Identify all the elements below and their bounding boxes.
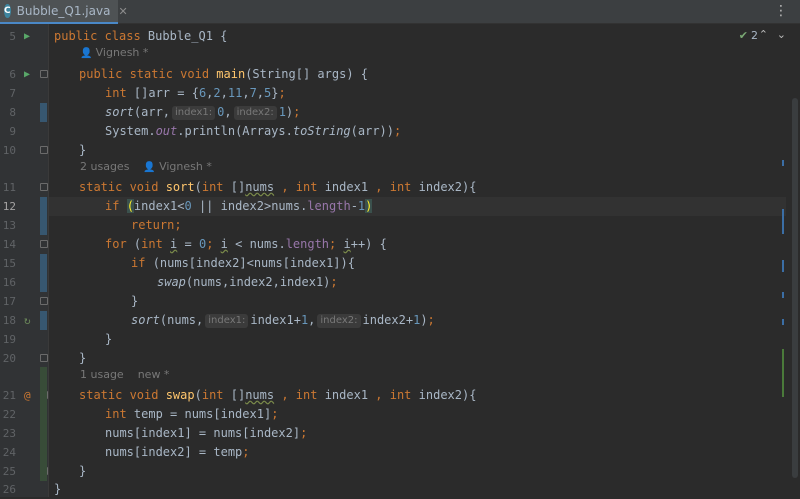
code-line-9: System.out.println(Arrays.toString(arr))… <box>105 124 402 138</box>
editor-tab-bar: C Bubble_Q1.java ✕ ⋮ <box>0 0 800 24</box>
annotation-icon[interactable]: @ <box>24 386 31 405</box>
recursive-call-icon: ↻ <box>24 314 31 327</box>
stripe-marker[interactable] <box>782 319 784 325</box>
person-icon: 👤 <box>80 48 96 59</box>
line-number[interactable]: 9 <box>0 122 16 141</box>
author-hint[interactable]: 👤 Vignesh * <box>80 46 148 65</box>
java-class-icon: C <box>4 4 11 18</box>
code-line-24: nums[index2] = temp; <box>105 445 250 459</box>
code-line-21: static void swap(int []nums , int index1… <box>79 388 477 402</box>
line-number[interactable]: 17 <box>0 292 16 311</box>
param-hint: index1: <box>205 314 249 328</box>
inspection-widget[interactable]: ✔ 2 <box>739 29 758 42</box>
tab-label: Bubble_Q1.java <box>16 4 111 18</box>
vcs-added-marker[interactable] <box>40 367 47 481</box>
code-line-5: public class Bubble_Q1 { <box>54 29 228 43</box>
line-number[interactable]: 21 <box>0 386 16 405</box>
line-number[interactable]: 26 <box>0 480 16 499</box>
inspection-count: 2 <box>751 29 758 42</box>
code-line-6: public static void main(String[] args) { <box>79 67 369 81</box>
error-stripe[interactable] <box>780 24 800 497</box>
code-line-19: } <box>105 332 113 346</box>
line-number[interactable]: 19 <box>0 330 16 349</box>
author-name: Vignesh * <box>159 160 212 173</box>
line-number[interactable]: 23 <box>0 424 16 443</box>
line-number[interactable]: 24 <box>0 443 16 462</box>
run-main-icon[interactable]: ▶ <box>24 65 30 84</box>
code-line-14: for (int i = 0; i < nums.length; i++) { <box>105 237 387 251</box>
author-name: new * <box>137 368 170 381</box>
stripe-marker[interactable] <box>782 160 784 166</box>
check-icon: ✔ <box>738 29 748 42</box>
param-hint: index1: <box>172 106 216 120</box>
vcs-change-marker[interactable] <box>40 254 47 292</box>
line-number[interactable]: 16 <box>0 273 16 292</box>
code-line-18: sort(nums, index1: index1+1, index2: index2+… <box>131 313 435 328</box>
code-line-26: } <box>54 482 62 496</box>
line-number[interactable]: 20 <box>0 349 16 368</box>
run-class-icon[interactable]: ▶ <box>24 27 30 46</box>
code-line-16: swap(nums,index2,index1); <box>157 275 338 289</box>
fold-marker-icon[interactable] <box>40 70 48 78</box>
line-number[interactable]: 8 <box>0 103 16 122</box>
usages-count[interactable]: 1 usage <box>80 368 124 381</box>
vcs-change-marker[interactable] <box>40 197 47 235</box>
usages-hint[interactable]: 2 usages 👤 Vignesh * <box>80 160 212 179</box>
code-line-8: sort(arr, index1: 0, index2: 1); <box>105 105 301 120</box>
fold-marker-icon[interactable] <box>40 240 48 248</box>
code-line-15: if (nums[index2]<nums[index1]){ <box>131 256 355 270</box>
code-line-23: nums[index1] = nums[index2]; <box>105 426 308 440</box>
tab-bubble-q1[interactable]: C Bubble_Q1.java ✕ <box>0 0 128 24</box>
code-line-13: return; <box>131 218 182 232</box>
line-number[interactable]: 15 <box>0 254 16 273</box>
line-number[interactable]: 25 <box>0 462 16 481</box>
chevron-up-icon[interactable]: ⌃ <box>759 28 768 41</box>
stripe-marker[interactable] <box>782 349 784 397</box>
line-number[interactable]: 10 <box>0 141 16 160</box>
author-name: Vignesh * <box>95 46 149 59</box>
fold-marker-icon[interactable] <box>40 354 48 362</box>
more-options-icon[interactable]: ⋮ <box>774 3 788 19</box>
gutter-divider <box>48 24 49 497</box>
usages-hint[interactable]: 1 usage new * <box>80 368 169 387</box>
vcs-change-marker[interactable] <box>40 103 47 122</box>
line-number[interactable]: 6 <box>0 65 16 84</box>
param-hint: index2: <box>233 106 277 120</box>
line-number[interactable]: 7 <box>0 84 16 103</box>
line-number[interactable]: 18 <box>0 311 16 330</box>
code-line-7: int []arr = {6,2,11,7,5}; <box>105 86 286 100</box>
stripe-marker[interactable] <box>782 209 784 234</box>
vertical-scrollbar[interactable] <box>792 98 798 478</box>
fold-marker-icon[interactable] <box>40 146 48 154</box>
vcs-change-marker[interactable] <box>40 311 47 330</box>
code-line-25: } <box>79 464 87 478</box>
code-line-17: } <box>131 294 139 308</box>
close-icon[interactable]: ✕ <box>118 5 127 18</box>
line-number-current[interactable]: 12 <box>0 197 16 216</box>
usages-count[interactable]: 2 usages <box>80 160 129 173</box>
fold-marker-icon[interactable] <box>40 297 48 305</box>
param-hint: index2: <box>317 314 361 328</box>
line-number[interactable]: 13 <box>0 216 16 235</box>
line-number[interactable]: 5 <box>0 27 16 46</box>
stripe-marker[interactable] <box>782 292 784 298</box>
code-line-10: } <box>79 143 87 157</box>
line-number[interactable]: 22 <box>0 405 16 424</box>
code-line-11: static void sort(int []nums , int index1… <box>79 180 477 194</box>
code-line-22: int temp = nums[index1]; <box>105 407 279 421</box>
code-line-12: if (index1<0 || index2>nums.length-1) <box>105 199 373 213</box>
code-editor[interactable]: public class Bubble_Q1 { 👤 Vignesh * pub… <box>54 24 774 497</box>
line-number[interactable]: 14 <box>0 235 16 254</box>
person-icon: 👤 <box>143 162 160 173</box>
stripe-marker[interactable] <box>782 260 784 272</box>
line-number[interactable]: 11 <box>0 178 16 197</box>
fold-marker-icon[interactable] <box>40 183 48 191</box>
code-line-20: } <box>79 351 87 365</box>
